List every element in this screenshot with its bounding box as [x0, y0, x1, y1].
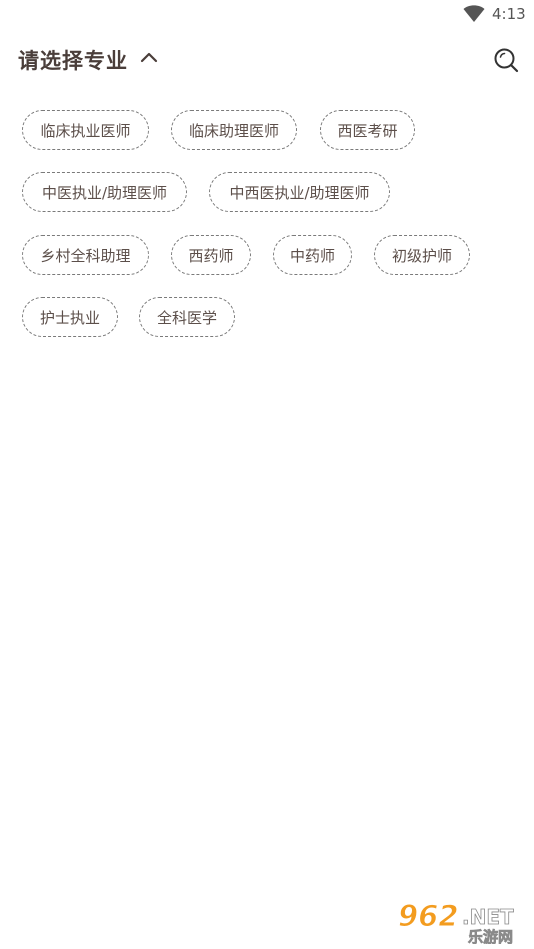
major-tag[interactable]: 初级护师	[374, 235, 470, 275]
major-tag[interactable]: 西医考研	[320, 110, 415, 150]
major-tag[interactable]: 护士执业	[22, 297, 118, 337]
major-tag[interactable]: 西药师	[171, 235, 251, 275]
watermark-suffix: .NET	[462, 905, 514, 929]
watermark-number: 962	[398, 899, 459, 933]
major-tag[interactable]: 临床助理医师	[171, 110, 297, 150]
watermark-logo: 962 .NET 乐游网	[398, 899, 515, 945]
search-icon	[494, 48, 519, 73]
major-tag[interactable]: 临床执业医师	[22, 110, 149, 150]
header: 请选择专业	[0, 38, 534, 82]
chevron-up-icon[interactable]	[140, 50, 158, 64]
major-tag[interactable]: 全科医学	[139, 297, 235, 337]
status-time: 4:13	[492, 5, 526, 23]
search-button[interactable]	[492, 46, 520, 74]
page-title[interactable]: 请选择专业	[18, 45, 128, 75]
watermark-subtitle: 乐游网	[468, 928, 513, 944]
major-tag[interactable]: 中药师	[273, 235, 352, 275]
major-tag[interactable]: 中西医执业/助理医师	[209, 172, 390, 212]
major-tag[interactable]: 乡村全科助理	[22, 235, 149, 275]
wifi-icon	[463, 5, 485, 22]
major-tag[interactable]: 中医执业/助理医师	[22, 172, 187, 212]
status-bar: 4:13	[0, 0, 534, 30]
